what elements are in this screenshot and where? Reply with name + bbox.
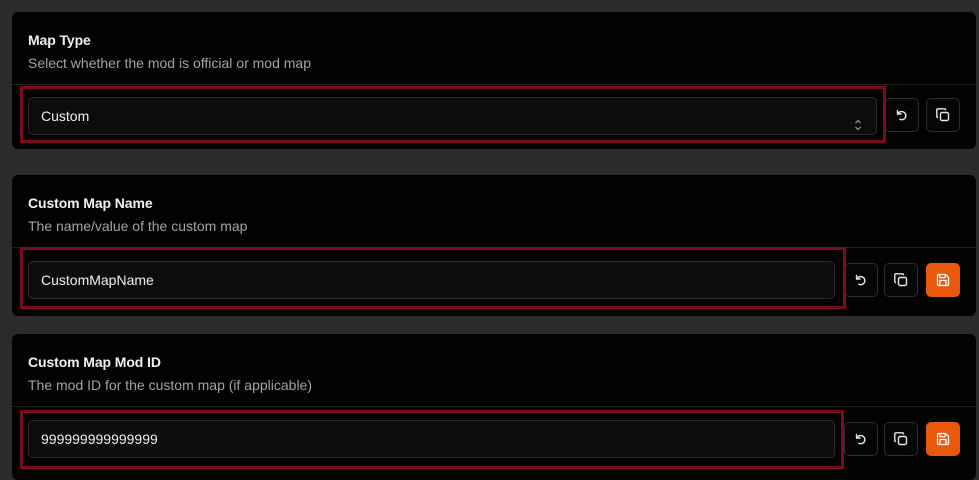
chevron-up-down-icon (854, 109, 862, 145)
section-description: The name/value of the custom map (28, 218, 248, 234)
section-description: Select whether the mod is official or mo… (28, 55, 311, 71)
save-button[interactable] (926, 422, 960, 456)
undo-icon (854, 432, 868, 446)
copy-button[interactable] (884, 422, 918, 456)
section-title: Map Type (28, 32, 91, 48)
copy-icon (893, 431, 909, 447)
custom-map-mod-id-section: Custom Map Mod ID The mod ID for the cus… (12, 334, 976, 480)
custom-map-name-input[interactable]: CustomMapName (28, 261, 835, 299)
reset-button[interactable] (844, 422, 878, 456)
section-header: Custom Map Mod ID The mod ID for the cus… (12, 334, 976, 407)
input-value: 999999999999999 (41, 431, 158, 447)
undo-icon (854, 273, 868, 287)
save-button[interactable] (926, 263, 960, 297)
select-value: Custom (41, 108, 90, 124)
input-value: CustomMapName (41, 272, 154, 288)
copy-icon (935, 107, 951, 123)
custom-map-name-section: Custom Map Name The name/value of the cu… (12, 175, 976, 316)
save-icon (936, 273, 950, 287)
reset-button[interactable] (844, 263, 878, 297)
undo-icon (895, 108, 909, 122)
custom-map-mod-id-input[interactable]: 999999999999999 (28, 420, 835, 458)
section-title: Custom Map Name (28, 195, 153, 211)
section-description: The mod ID for the custom map (if applic… (28, 377, 313, 393)
section-title: Custom Map Mod ID (28, 354, 161, 370)
copy-button[interactable] (884, 263, 918, 297)
map-type-section: Map Type Select whether the mod is offic… (12, 12, 976, 149)
reset-button[interactable] (885, 98, 919, 132)
copy-button[interactable] (926, 98, 960, 132)
copy-icon (893, 272, 909, 288)
map-type-select[interactable]: Custom (28, 97, 877, 135)
section-header: Custom Map Name The name/value of the cu… (12, 175, 976, 248)
section-header: Map Type Select whether the mod is offic… (12, 12, 976, 85)
save-icon (936, 432, 950, 446)
